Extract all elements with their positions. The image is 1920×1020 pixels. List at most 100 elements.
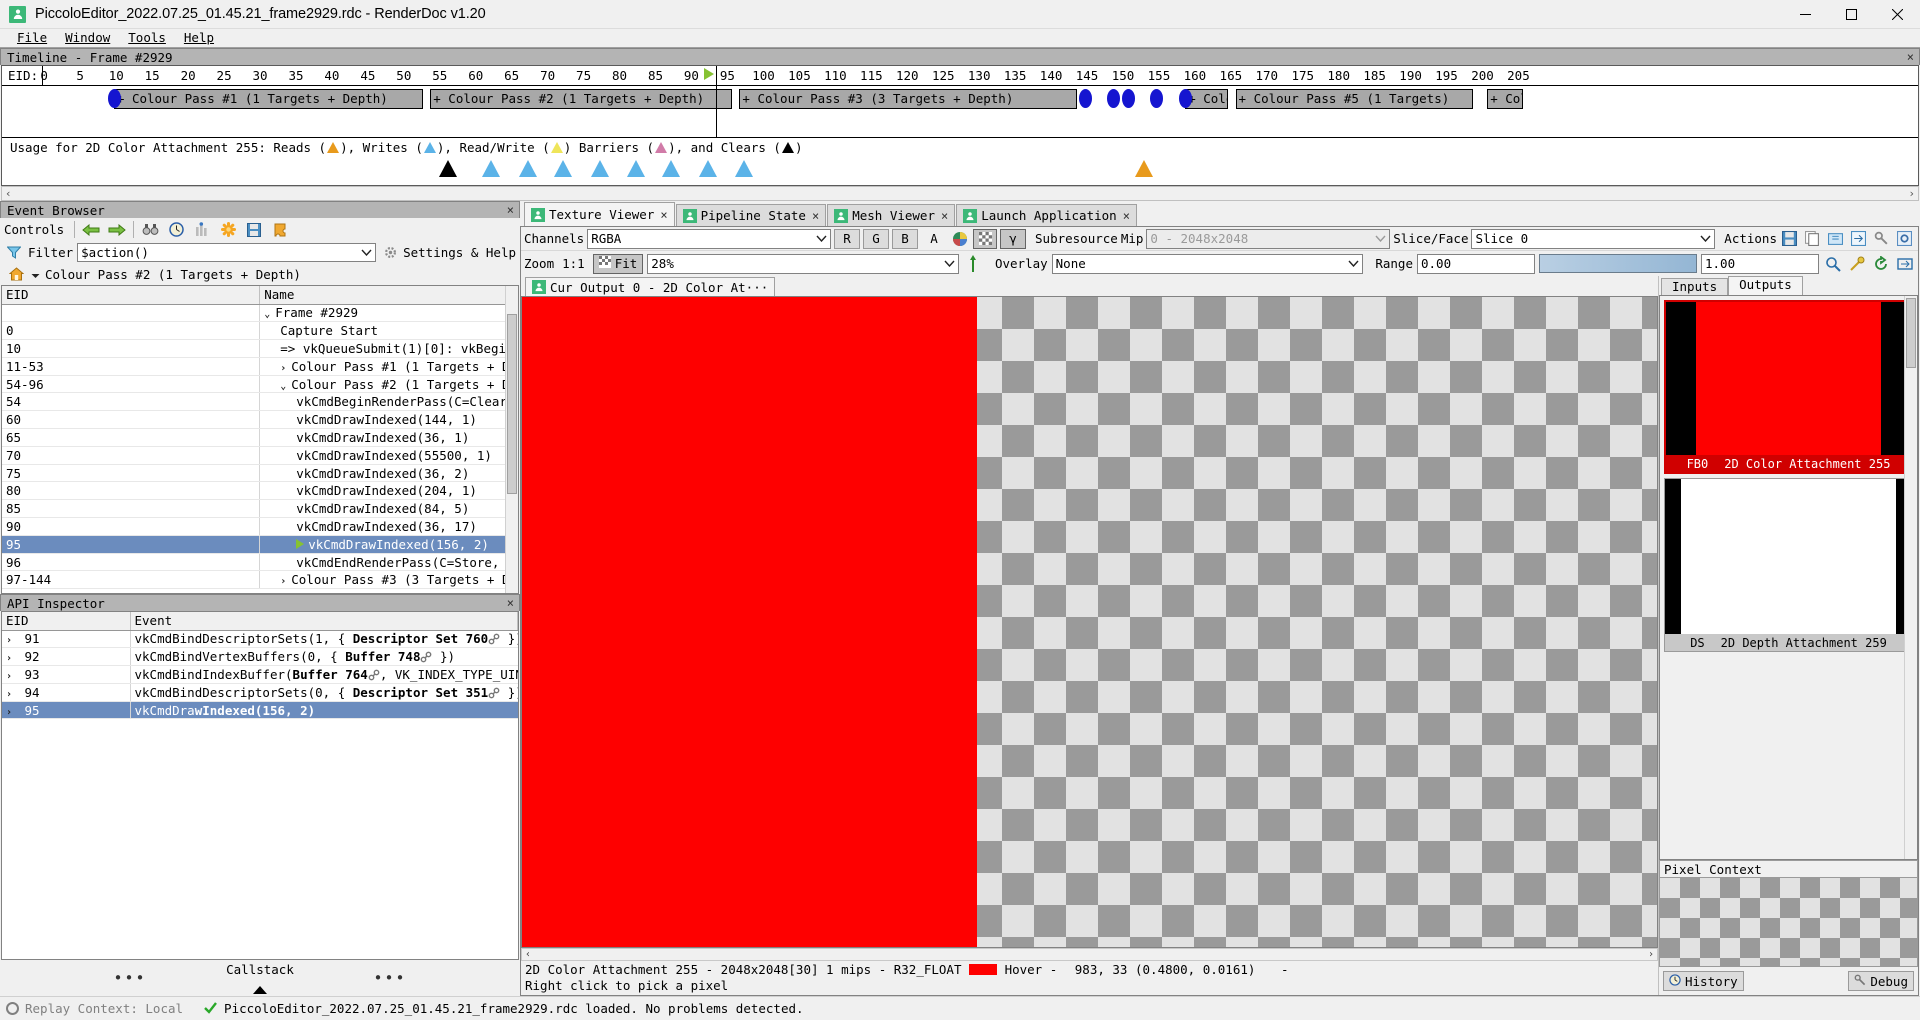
puzzle-icon[interactable]	[270, 220, 290, 239]
bookmark-icon[interactable]	[192, 220, 212, 239]
tab-close-icon[interactable]: ×	[812, 209, 819, 223]
channel-b-button[interactable]: B	[892, 228, 919, 249]
tab-pipeline-state[interactable]: Pipeline State ×	[675, 204, 827, 226]
usage-marker[interactable]	[735, 160, 753, 177]
timeline-pass[interactable]: + Colour Pass #1 (1 Targets + Depth)	[113, 89, 424, 109]
timeline-current-marker[interactable]	[704, 68, 715, 80]
tab-close-icon[interactable]: ×	[1123, 209, 1130, 223]
table-row[interactable]: ⌄ Frame #2929	[2, 304, 518, 323]
event-browser-table[interactable]: EID Name ⌄ Frame #2929 0 Capture Start 10 => …	[1, 285, 519, 594]
menu-help[interactable]: Help	[175, 29, 223, 47]
gamma-icon[interactable]: γ	[1000, 228, 1027, 249]
usage-marker[interactable]	[482, 160, 500, 177]
table-row[interactable]: › 92 vkCmdBindVertexBuffers(0, { Buffer 7…	[2, 647, 518, 667]
usage-marker[interactable]	[554, 160, 572, 177]
link-icon[interactable]	[488, 631, 500, 646]
auto-fit-icon[interactable]	[1895, 254, 1915, 273]
event-browser-scroll-thumb[interactable]	[507, 314, 517, 494]
menu-tools[interactable]: Tools	[119, 29, 175, 47]
flip-y-icon[interactable]	[963, 254, 983, 273]
table-row[interactable]: 10=> vkQueueSubmit(1)[0]: vkBeginCommand…	[2, 339, 518, 358]
api-col-eid[interactable]: EID	[2, 612, 131, 631]
timeline-pass[interactable]: + Colour Pass #5 (1 Targets)	[1235, 89, 1473, 109]
texture-image[interactable]	[522, 297, 977, 947]
range-max-input[interactable]: 1.00	[1701, 253, 1819, 274]
color-wheel-icon[interactable]	[950, 229, 970, 248]
table-row[interactable]: 80 vkCmdDrawIndexed(204, 1)	[2, 481, 518, 501]
table-row[interactable]: 11-53›Colour Pass #1 (1 Targets + Depth)	[2, 357, 518, 376]
table-row[interactable]: 97-144›Colour Pass #3 (3 Targets + Depth…	[2, 570, 518, 590]
channel-a-button[interactable]: A	[921, 228, 948, 249]
tab-outputs[interactable]: Outputs	[1728, 276, 1803, 295]
zoom-one-to-one-button[interactable]: 1:1	[562, 256, 585, 271]
thumbnail-ds[interactable]: DS 2D Depth Attachment 259	[1664, 478, 1913, 652]
chevron-right-icon[interactable]: ›	[6, 653, 17, 664]
pixel-context-view[interactable]	[1659, 877, 1918, 967]
event-col-name[interactable]: Name	[259, 286, 518, 305]
chevron-right-icon[interactable]: ›	[6, 707, 17, 718]
callstack-right-dots[interactable]: •••	[373, 969, 406, 987]
chevron-right-icon[interactable]: ›	[6, 671, 17, 682]
asterisk-icon[interactable]	[218, 220, 238, 239]
resource-name[interactable]: wIndexed(156, 2)	[195, 703, 315, 718]
resource-name[interactable]: Buffer 748	[345, 649, 420, 664]
timeline-pass[interactable]: + Colour Pass #2 (1 Targets + Depth)	[430, 89, 733, 109]
table-row[interactable]: 70 vkCmdDrawIndexed(55500, 1)	[2, 446, 518, 465]
goto-icon[interactable]	[1849, 229, 1869, 248]
chevron-down-icon[interactable]	[813, 235, 830, 242]
range-slider[interactable]	[1539, 254, 1697, 273]
filter-input[interactable]: $action()	[77, 242, 377, 262]
zoom-percent-select[interactable]: 28%	[647, 253, 959, 274]
history-button[interactable]: History	[1663, 971, 1744, 991]
chevron-down-icon[interactable]	[941, 260, 958, 267]
table-row[interactable]: › 91 vkCmdBindDescriptorSets(1, { Descrip…	[2, 630, 518, 649]
settings-and-help-link[interactable]: Settings & Help	[380, 243, 516, 262]
callstack-expand-icon[interactable]	[253, 986, 267, 994]
minimize-icon[interactable]	[1782, 0, 1828, 29]
usage-marker[interactable]	[591, 160, 609, 177]
timer-icon[interactable]	[166, 220, 186, 239]
timeline-event-dot[interactable]	[1078, 89, 1092, 108]
table-row[interactable]: 95 vkCmdDrawIndexed(156, 2)	[2, 535, 518, 554]
close-icon[interactable]	[1874, 0, 1920, 29]
timeline-event-dot[interactable]	[1107, 89, 1121, 108]
table-row[interactable]: 0 Capture Start	[2, 321, 518, 341]
timeline-body[interactable]: EID: 0 5 10 15 20 25 30 35 40 45 50 55 60 65 70 75 80 85 9…	[1, 65, 1919, 186]
usage-marker[interactable]	[662, 160, 680, 177]
event-browser-vscrollbar[interactable]	[505, 286, 518, 593]
tab-texture-viewer[interactable]: Texture Viewer ×	[524, 202, 675, 226]
chevron-right-icon[interactable]: ›	[6, 635, 17, 646]
link-icon[interactable]	[420, 649, 432, 664]
usage-marker[interactable]	[519, 160, 537, 177]
texture-scroll-left-icon[interactable]: ‹	[525, 949, 531, 960]
forward-arrow-icon[interactable]	[107, 220, 127, 239]
breadcrumb[interactable]: Colour Pass #2 (1 Targets + Depth)	[0, 263, 520, 285]
reset-icon[interactable]	[1871, 254, 1891, 273]
resource-name[interactable]: Descriptor Set 351	[353, 685, 488, 700]
back-arrow-icon[interactable]	[81, 220, 101, 239]
menu-window[interactable]: Window	[56, 29, 119, 47]
timeline-scroll-right-icon[interactable]: ›	[1908, 187, 1915, 200]
table-row[interactable]: 90 vkCmdDrawIndexed(36, 17)	[2, 517, 518, 536]
event-col-eid[interactable]: EID	[2, 286, 261, 305]
texture-hscrollbar[interactable]: ‹ ›	[521, 948, 1658, 961]
timeline-event-dot[interactable]	[1150, 89, 1164, 108]
open-icon[interactable]	[1826, 229, 1846, 248]
save-icon[interactable]	[244, 220, 264, 239]
overlay-select[interactable]: None	[1051, 253, 1364, 274]
timeline-event-dot[interactable]	[107, 89, 121, 108]
menu-file[interactable]: File	[8, 29, 56, 47]
timeline-close-icon[interactable]: ×	[1907, 50, 1914, 64]
link-icon[interactable]	[488, 685, 500, 700]
maximize-icon[interactable]	[1828, 0, 1874, 29]
timeline-ruler[interactable]: EID: 0 5 10 15 20 25 30 35 40 45 50 55 60 65 70 75 80 85 9…	[2, 66, 1918, 86]
tab-close-icon[interactable]: ×	[660, 208, 667, 222]
chevron-down-icon[interactable]: ⌄	[280, 381, 291, 392]
table-row[interactable]: › 93 vkCmdBindIndexBuffer(Buffer 764, VK_…	[2, 665, 518, 684]
texture-canvas[interactable]	[521, 296, 1658, 948]
chevron-down-icon[interactable]	[1697, 235, 1714, 242]
resource-name[interactable]: Descriptor Set 760	[353, 631, 488, 646]
channel-r-button[interactable]: R	[834, 228, 861, 249]
thumbnail-vscrollbar[interactable]	[1904, 296, 1917, 859]
timeline-pass[interactable]: + Colour··	[1487, 89, 1524, 109]
